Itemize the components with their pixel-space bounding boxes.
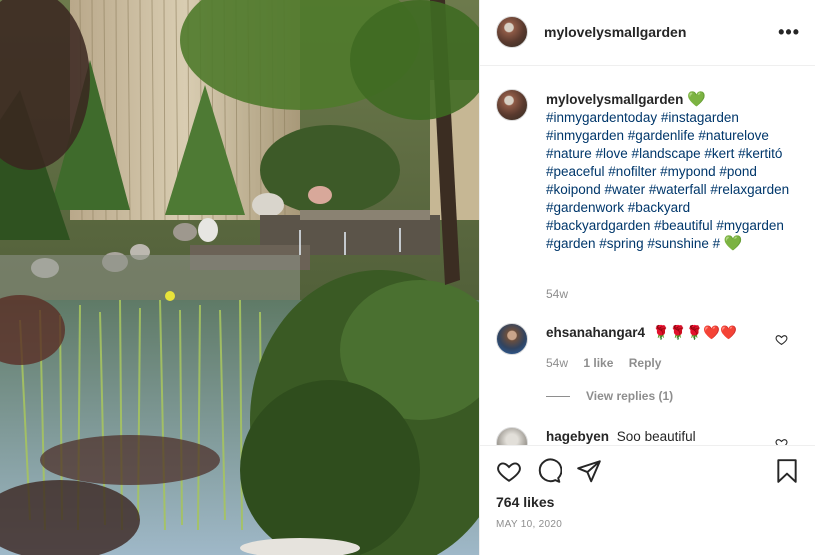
bookmark-icon[interactable]: [774, 458, 800, 484]
heart-outline-icon[interactable]: [496, 458, 522, 484]
green-heart-emoji: 💚: [687, 91, 706, 108]
likes-count[interactable]: 764 likes: [496, 494, 554, 510]
caption: mylovelysmallgarden 💚 #inmygardentoday #…: [546, 91, 796, 253]
green-heart-emoji-end: 💚: [723, 235, 743, 252]
commenter-avatar[interactable]: [496, 323, 528, 355]
comment-text: 🌹🌹🌹❤️❤️: [652, 325, 737, 340]
commenter-username-2[interactable]: hagebyen: [546, 429, 609, 444]
comment-icon[interactable]: [536, 458, 562, 484]
author-avatar[interactable]: [496, 16, 528, 48]
caption-username[interactable]: mylovelysmallgarden: [546, 92, 683, 107]
comment-likes[interactable]: 1 like: [583, 356, 613, 370]
comment-time[interactable]: 54w: [546, 356, 568, 370]
comment-text-2: Soo beautiful: [616, 429, 696, 444]
paper-plane-icon[interactable]: [576, 458, 602, 484]
comment-like-heart-icon-2[interactable]: [775, 437, 788, 445]
more-options-icon[interactable]: •••: [778, 22, 800, 43]
post-side-panel: mylovelysmallgarden ••• mylovelysmallgar…: [479, 0, 815, 555]
garden-pond-photo: [0, 0, 479, 555]
comment-meta: 54w 1 like Reply: [546, 356, 673, 370]
caption-avatar[interactable]: [496, 89, 528, 121]
view-replies[interactable]: View replies (1): [546, 389, 673, 403]
commenter-avatar-2[interactable]: [496, 427, 528, 445]
comment-row: ehsanahangar4 🌹🌹🌹❤️❤️: [546, 325, 737, 341]
action-bar: 764 likes MAY 10, 2020: [480, 445, 815, 555]
caption-time[interactable]: 54w: [546, 287, 568, 301]
post-date[interactable]: MAY 10, 2020: [496, 519, 562, 530]
view-replies-label[interactable]: View replies (1): [586, 389, 673, 403]
comment-like-heart-icon[interactable]: [775, 333, 788, 346]
post-header: mylovelysmallgarden •••: [480, 0, 815, 66]
post-photo[interactable]: [0, 0, 479, 555]
reply-divider-line: [546, 396, 570, 398]
caption-hashtags[interactable]: #inmygardentoday #instagarden #inmygarde…: [546, 110, 789, 251]
comment-row-2: hagebyen Soo beautiful: [546, 429, 696, 444]
commenter-username[interactable]: ehsanahangar4: [546, 325, 645, 340]
author-username[interactable]: mylovelysmallgarden: [544, 24, 686, 40]
reply-button[interactable]: Reply: [629, 356, 662, 370]
comments-section[interactable]: mylovelysmallgarden 💚 #inmygardentoday #…: [480, 67, 815, 445]
